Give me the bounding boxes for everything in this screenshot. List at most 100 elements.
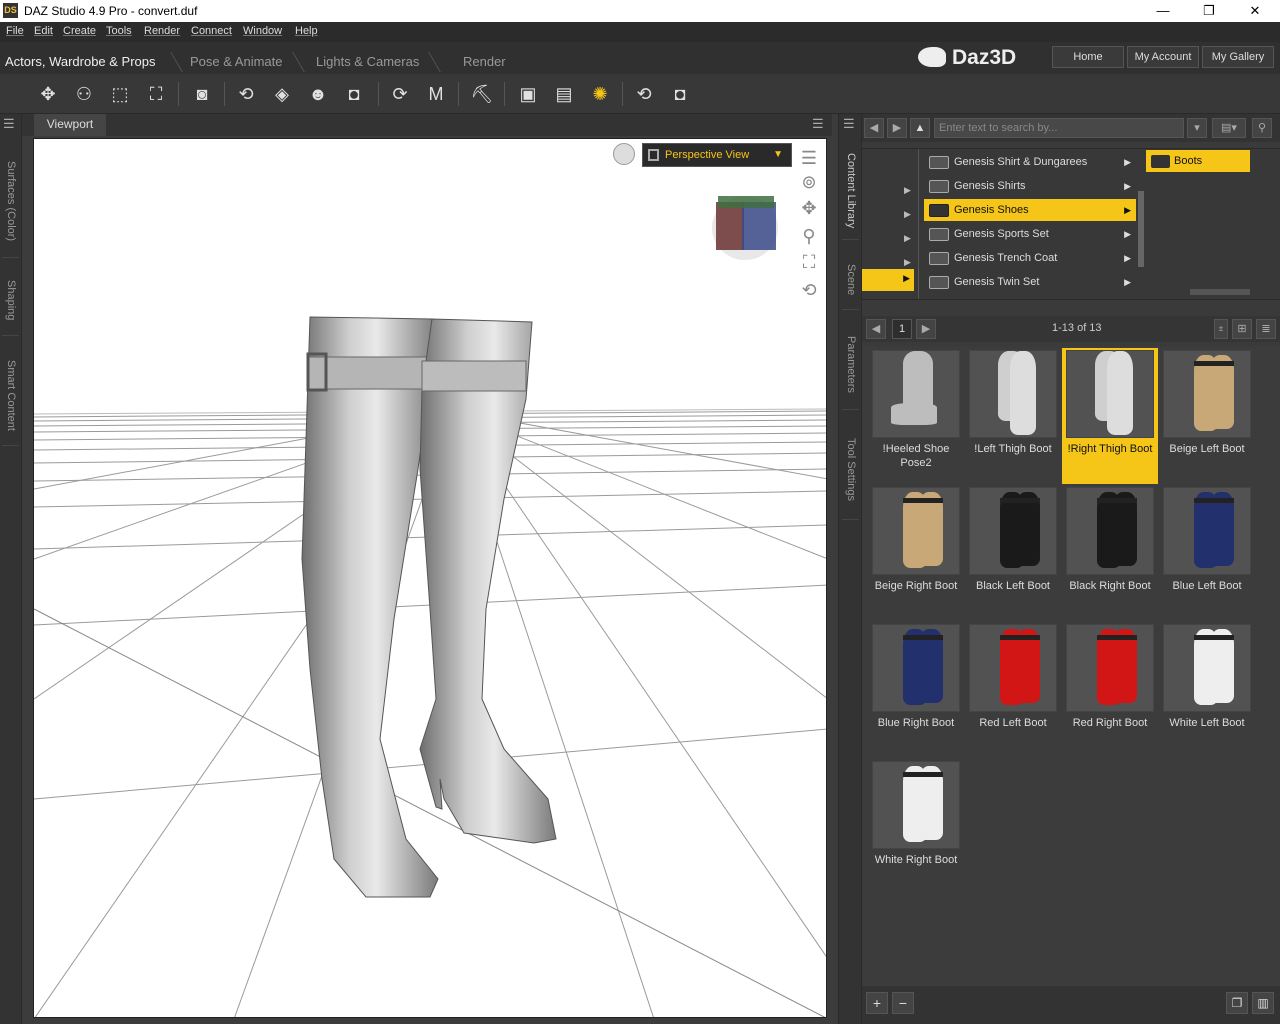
folder-genesis-shirts[interactable]: Genesis Shirts ▶ bbox=[924, 175, 1136, 197]
asset-item[interactable]: Black Left Boot bbox=[965, 485, 1061, 621]
pane-menu-icon[interactable]: ☰ bbox=[3, 116, 15, 132]
viewport-options-icon[interactable]: ☰ bbox=[796, 145, 822, 171]
figure-tool-icon[interactable]: ⚇ bbox=[72, 82, 96, 106]
up-arrow-icon[interactable]: ▲ bbox=[910, 118, 930, 138]
tab-parameters[interactable]: Parameters bbox=[842, 320, 859, 410]
spot-render-icon[interactable]: ◘ bbox=[668, 82, 692, 106]
folder-genesis-sports-set[interactable]: Genesis Sports Set ▶ bbox=[924, 223, 1136, 245]
asset-item[interactable]: Beige Right Boot bbox=[868, 485, 964, 621]
tab-actors-wardrobe-props[interactable]: Actors, Wardrobe & Props bbox=[5, 52, 156, 74]
asset-item[interactable]: Red Right Boot bbox=[1062, 622, 1158, 758]
my-account-button[interactable]: My Account bbox=[1127, 46, 1199, 68]
asset-item[interactable]: Blue Left Boot bbox=[1159, 485, 1255, 621]
expand-arrow-icon[interactable]: ▶ bbox=[904, 185, 911, 196]
page-number[interactable]: 1 bbox=[892, 319, 912, 339]
zoom-camera-icon[interactable]: ⚲ bbox=[796, 223, 822, 249]
asset-item[interactable]: Blue Right Boot bbox=[868, 622, 964, 758]
viewport-menu-icon[interactable]: ☰ bbox=[812, 116, 824, 132]
minimize-button[interactable]: — bbox=[1140, 0, 1186, 22]
tab-surfaces[interactable]: Surfaces (Color) bbox=[2, 146, 19, 258]
tab-lights-cameras[interactable]: Lights & Cameras bbox=[316, 52, 419, 74]
asset-item[interactable]: Black Right Boot bbox=[1062, 485, 1158, 621]
pose-tool-icon[interactable]: ☻ bbox=[306, 82, 330, 106]
parent-folder-selected[interactable]: ▶ bbox=[862, 269, 914, 291]
node-tool-icon[interactable]: ⬚ bbox=[108, 82, 132, 106]
folder-options-icon[interactable]: ▤▾ bbox=[1212, 118, 1246, 138]
list-view-icon[interactable]: ≣ bbox=[1256, 319, 1276, 339]
view-cube-icon[interactable] bbox=[712, 196, 778, 260]
menu-connect[interactable]: Connect bbox=[191, 25, 232, 37]
grid-view-icon[interactable]: ⊞ bbox=[1232, 319, 1252, 339]
asset-item[interactable]: !Left Thigh Boot bbox=[965, 348, 1061, 484]
tab-pose-animate[interactable]: Pose & Animate bbox=[190, 52, 283, 74]
copy-icon[interactable]: ❐ bbox=[1226, 992, 1248, 1014]
orbit-icon[interactable]: ⟳ bbox=[388, 82, 412, 106]
tab-tool-settings[interactable]: Tool Settings bbox=[842, 420, 859, 520]
universal-tool-icon[interactable]: ✥ bbox=[36, 82, 60, 106]
search-history-chevron-icon[interactable]: ▾ bbox=[1187, 118, 1207, 138]
region-tool-icon[interactable]: ⟲ bbox=[632, 82, 656, 106]
rotate-view-icon[interactable]: ⟲ bbox=[234, 82, 258, 106]
asset-item[interactable]: Beige Left Boot bbox=[1159, 348, 1255, 484]
asset-item[interactable]: !Heeled Shoe Pose2 bbox=[868, 348, 964, 484]
folder-boots[interactable]: Boots bbox=[1146, 150, 1250, 172]
search-input[interactable]: Enter text to search by... bbox=[934, 118, 1184, 138]
menu-file[interactable]: File bbox=[6, 25, 24, 37]
camera-icon[interactable]: ◙ bbox=[190, 82, 214, 106]
tab-content-library[interactable]: Content Library bbox=[842, 142, 859, 240]
perspective-view-select[interactable]: Perspective View ▼ bbox=[642, 143, 792, 167]
pan-camera-icon[interactable]: ✥ bbox=[796, 195, 822, 221]
menu-window[interactable]: Window bbox=[243, 25, 282, 37]
folder-scrollbar[interactable] bbox=[1138, 191, 1144, 267]
folder-h-scrollbar[interactable] bbox=[1190, 289, 1250, 295]
add-button[interactable]: + bbox=[866, 992, 888, 1014]
scroll-icon[interactable]: ▥ bbox=[1252, 992, 1274, 1014]
tab-scene[interactable]: Scene bbox=[842, 250, 859, 310]
menu-tools[interactable]: Tools bbox=[106, 25, 132, 37]
morph-tool-icon[interactable]: M bbox=[424, 82, 448, 106]
tab-render[interactable]: Render bbox=[463, 52, 506, 74]
draw-style-icon[interactable] bbox=[613, 143, 635, 165]
reset-camera-icon[interactable]: ⟲ bbox=[796, 277, 822, 303]
remove-button[interactable]: − bbox=[892, 992, 914, 1014]
movie-camera-icon[interactable]: ▣ bbox=[516, 82, 540, 106]
menu-edit[interactable]: Edit bbox=[34, 25, 53, 37]
light-bulb-icon[interactable]: ✺ bbox=[588, 82, 612, 106]
viewport-tab[interactable]: Viewport bbox=[34, 114, 106, 136]
asset-item[interactable]: White Left Boot bbox=[1159, 622, 1255, 758]
menu-render[interactable]: Render bbox=[144, 25, 180, 37]
folder-genesis-trench-coat[interactable]: Genesis Trench Coat ▶ bbox=[924, 247, 1136, 269]
geometry-tool-icon[interactable]: ▤ bbox=[552, 82, 576, 106]
expand-arrow-icon[interactable]: ▶ bbox=[904, 257, 911, 268]
tab-smart-content[interactable]: Smart Content bbox=[2, 346, 19, 446]
expand-arrow-icon[interactable]: ▶ bbox=[904, 233, 911, 244]
tab-shaping[interactable]: Shaping bbox=[2, 266, 19, 336]
my-gallery-button[interactable]: My Gallery bbox=[1202, 46, 1274, 68]
render-camera-icon[interactable]: ◘ bbox=[342, 82, 366, 106]
maximize-button[interactable]: ❐ bbox=[1186, 0, 1232, 22]
search-icon[interactable]: ⚲ bbox=[1252, 118, 1272, 138]
surface-tool-icon[interactable]: ◈ bbox=[270, 82, 294, 106]
orbit-camera-icon[interactable]: ⊚ bbox=[796, 169, 822, 195]
pane-menu-icon[interactable]: ☰ bbox=[843, 116, 855, 132]
prev-page-icon[interactable]: ◀ bbox=[866, 319, 886, 339]
close-button[interactable]: ✕ bbox=[1232, 0, 1278, 22]
asset-item[interactable]: White Right Boot bbox=[868, 759, 964, 895]
home-button[interactable]: Home bbox=[1052, 46, 1124, 68]
scene-tool-icon[interactable]: ⛏ bbox=[470, 82, 494, 106]
joint-tool-icon[interactable]: ⛶ bbox=[144, 82, 168, 106]
viewport-canvas[interactable] bbox=[33, 138, 827, 1018]
forward-arrow-icon[interactable]: ▶ bbox=[887, 118, 907, 138]
expand-arrow-icon[interactable]: ▶ bbox=[904, 209, 911, 220]
asset-item[interactable]: !Right Thigh Boot bbox=[1062, 348, 1158, 484]
menu-create[interactable]: Create bbox=[63, 25, 96, 37]
asset-item[interactable]: Red Left Boot bbox=[965, 622, 1061, 758]
folder-genesis-shoes[interactable]: Genesis Shoes ▶ bbox=[924, 199, 1136, 221]
menu-help[interactable]: Help bbox=[295, 25, 318, 37]
back-arrow-icon[interactable]: ◀ bbox=[864, 118, 884, 138]
thumb-size-stepper[interactable]: ± bbox=[1214, 319, 1228, 339]
folder-genesis-shirt-dungarees[interactable]: Genesis Shirt & Dungarees ▶ bbox=[924, 151, 1136, 173]
next-page-icon[interactable]: ▶ bbox=[916, 319, 936, 339]
frame-icon[interactable]: ⛶ bbox=[796, 249, 822, 275]
folder-genesis-twin-set[interactable]: Genesis Twin Set ▶ bbox=[924, 271, 1136, 293]
